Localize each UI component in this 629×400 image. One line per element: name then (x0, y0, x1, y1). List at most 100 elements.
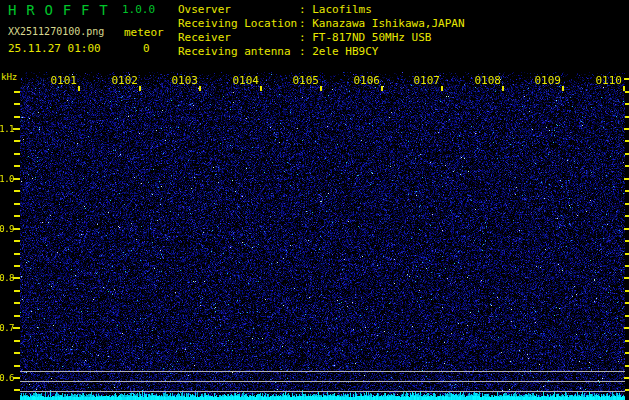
freq-tick-right (624, 78, 629, 80)
observation-datetime: 25.11.27 01:00 (8, 43, 101, 55)
time-tick (562, 86, 564, 91)
time-tick (199, 86, 201, 91)
station-info-line-location: Receiving Location: Kanazawa Ishikawa,JA… (178, 17, 465, 31)
info-label: Receiver (178, 31, 299, 44)
freq-tick-left (14, 290, 20, 292)
hrofft-window: H R O F F T 1.0.0 XX2511270100.png meteo… (0, 0, 629, 400)
time-tick (260, 86, 262, 91)
time-tick (441, 86, 443, 91)
freq-tick-left (14, 116, 20, 118)
freq-tick-right (625, 240, 629, 242)
freq-tick-right (625, 103, 629, 105)
info-value: 2ele HB9CY (312, 45, 378, 58)
freq-tick-left (14, 91, 20, 93)
info-label: Receiving antenna (178, 45, 299, 58)
freq-tick-right (625, 315, 629, 317)
info-separator: : (299, 17, 312, 30)
time-label: 0102 (110, 75, 138, 86)
freq-label: 0.8 (0, 274, 14, 283)
freq-tick-right (624, 128, 629, 130)
freq-tick-right (625, 116, 629, 118)
freq-tick-left (13, 178, 20, 180)
freq-tick-right (625, 352, 629, 354)
freq-tick-right (625, 365, 629, 367)
time-label: 0110 (594, 75, 622, 86)
freq-tick-left (14, 365, 20, 367)
freq-tick-right (625, 253, 629, 255)
freq-tick-left (14, 153, 20, 155)
freq-tick-left (14, 340, 20, 342)
info-separator: : (299, 31, 312, 44)
freq-tick-right (625, 153, 629, 155)
freq-tick-right (625, 290, 629, 292)
freq-tick-left (14, 253, 20, 255)
freq-tick-right (624, 327, 629, 329)
time-label: 0106 (352, 75, 380, 86)
freq-tick-left (13, 277, 20, 279)
info-value: Kanazawa Ishikawa,JAPAN (312, 17, 464, 30)
station-info-line-receiver: Receiver: FT-817ND 50MHz USB (178, 31, 465, 45)
station-info-line-observer: Ovserver: Lacofilms (178, 3, 465, 17)
freq-tick-left (14, 165, 20, 167)
time-label: 0109 (533, 75, 561, 86)
observation-mode: meteor (124, 27, 164, 39)
freq-tick-right (625, 265, 629, 267)
spectrogram-image (20, 72, 625, 400)
echo-count: 0 (143, 43, 150, 55)
freq-tick-right (625, 91, 629, 93)
freq-tick-left (14, 352, 20, 354)
freq-tick-right (624, 277, 629, 279)
freq-tick-right (625, 215, 629, 217)
time-tick (320, 86, 322, 91)
freq-label: 0.6 (0, 374, 14, 383)
freq-tick-right (625, 190, 629, 192)
app-title: H R O F F T (8, 2, 108, 18)
freq-tick-left (13, 377, 20, 379)
info-separator: : (299, 45, 312, 58)
freq-unit-label: kHz (1, 72, 17, 82)
freq-tick-left (14, 203, 20, 205)
info-label: Ovserver (178, 3, 299, 16)
freq-tick-right (625, 165, 629, 167)
time-label: 0108 (473, 75, 501, 86)
time-tick (78, 86, 80, 91)
info-label: Receiving Location (178, 17, 299, 30)
info-value: Lacofilms (312, 3, 372, 16)
freq-tick-left (14, 315, 20, 317)
app-version: 1.0.0 (122, 4, 155, 16)
freq-label: 0.7 (0, 324, 14, 333)
level-line-3 (20, 391, 625, 392)
time-tick (381, 86, 383, 91)
freq-tick-right (625, 340, 629, 342)
freq-tick-left (14, 265, 20, 267)
freq-tick-left (14, 190, 20, 192)
info-value: FT-817ND 50MHz USB (312, 31, 431, 44)
freq-tick-right (625, 140, 629, 142)
level-line-2 (20, 381, 625, 382)
freq-tick-right (624, 178, 629, 180)
output-filename: XX2511270100.png (8, 26, 104, 37)
freq-tick-right (625, 302, 629, 304)
freq-label: 1.1 (0, 125, 14, 134)
freq-tick-left (13, 327, 20, 329)
time-label: 0103 (170, 75, 198, 86)
freq-tick-left (14, 215, 20, 217)
freq-tick-right (624, 228, 629, 230)
time-label: 0104 (231, 75, 259, 86)
time-label: 0107 (412, 75, 440, 86)
time-label: 0105 (291, 75, 319, 86)
freq-tick-left (14, 103, 20, 105)
freq-tick-left (14, 140, 20, 142)
freq-tick-left (13, 228, 20, 230)
station-info-line-antenna: Receiving antenna: 2ele HB9CY (178, 45, 465, 59)
time-label: 0101 (49, 75, 77, 86)
freq-tick-left (14, 302, 20, 304)
freq-tick-right (624, 377, 629, 379)
freq-tick-right (625, 203, 629, 205)
time-tick (139, 86, 141, 91)
freq-label: 0.9 (0, 225, 14, 234)
time-tick (623, 86, 625, 91)
level-line-1 (20, 371, 625, 372)
freq-tick-right (625, 389, 629, 391)
freq-label: 1.0 (0, 175, 14, 184)
